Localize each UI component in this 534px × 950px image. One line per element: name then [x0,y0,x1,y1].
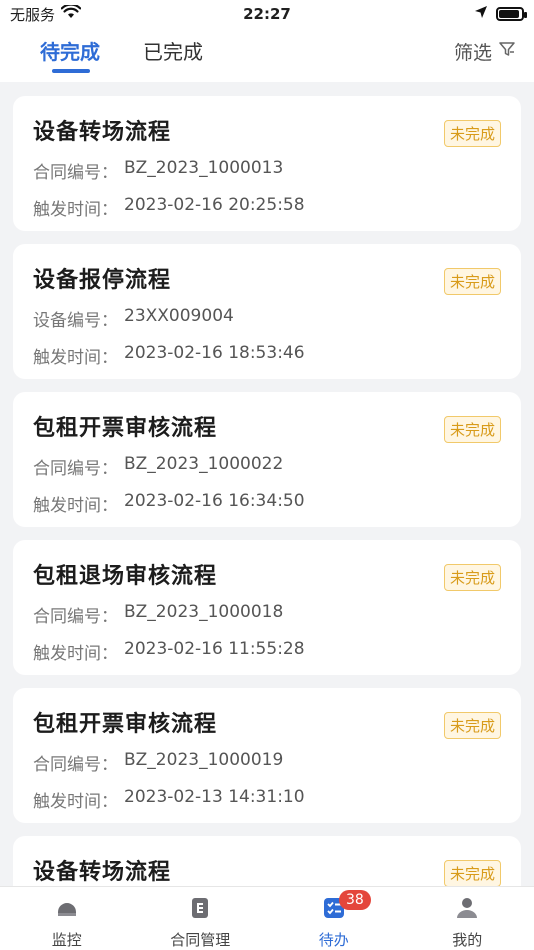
row-value: 2023-02-16 16:34:50 [124,491,305,511]
card-title: 包租开票审核流程 [33,712,218,737]
row-label: 合同编号： [33,459,118,479]
card-row-time: 触发时间： 2023-02-16 11:55:28 [33,639,501,664]
card-row-id: 合同编号： BZ_2023_1000018 [33,602,501,627]
task-card[interactable]: 设备报停流程 未完成 设备编号： 23XX009004 触发时间： 2023-02-… [13,244,521,379]
card-row-time: 触发时间： 2023-02-16 20:25:58 [33,195,501,220]
carrier-text: 无服务 [10,5,56,24]
row-label: 触发时间： [33,496,118,516]
document-icon [187,895,213,921]
status-bar: 无服务 22:27 [0,0,534,28]
nav-item-profile[interactable]: 我的 [401,887,534,950]
nav-label: 我的 [452,931,483,949]
nav-item-contracts[interactable]: 合同管理 [134,887,268,950]
battery-level [499,10,519,18]
status-badge: 未完成 [443,860,501,886]
task-card[interactable]: 包租开票审核流程 未完成 合同编号： BZ_2023_1000022 触发时间： 2… [13,392,521,527]
nav-label: 合同管理 [170,931,231,949]
card-row-time: 触发时间： 2023-02-13 14:31:10 [33,787,501,812]
filter-button[interactable]: 筛选 [454,38,516,65]
nav-label: 监控 [51,931,82,949]
tab-pending[interactable]: 待完成 [40,36,100,65]
card-title: 设备转场流程 [33,120,172,145]
battery-icon [496,7,527,21]
user-icon [454,895,480,921]
row-label: 触发时间： [33,644,118,664]
status-badge: 未完成 [443,120,501,147]
filter-label: 筛选 [453,42,492,64]
row-label: 合同编号： [33,755,118,775]
task-card[interactable]: 包租开票审核流程 未完成 合同编号： BZ_2023_1000019 触发时间： 2… [13,688,521,823]
status-badge: 未完成 [443,416,501,443]
card-row-time: 触发时间： 2023-02-16 16:34:50 [33,491,501,516]
row-label: 合同编号： [33,163,118,183]
nav-item-todo[interactable]: 38 待办 [267,887,401,950]
tabs-header: 待完成 已完成 筛选 [0,28,534,82]
card-row-id: 设备编号： 23XX009004 [33,306,501,331]
location-arrow-icon [474,5,488,23]
row-value: BZ_2023_1000018 [124,602,284,622]
row-label: 触发时间： [33,348,118,368]
status-badge: 未完成 [443,268,501,295]
tab-active-indicator [52,69,90,73]
bottom-nav: 监控 合同管理 38 待办 我的 [0,886,534,950]
monitor-icon [54,895,80,921]
card-title: 包租开票审核流程 [33,416,218,441]
status-right [474,5,527,23]
task-card[interactable]: 设备转场流程 未完成 [13,836,521,886]
task-card[interactable]: 设备转场流程 未完成 合同编号： BZ_2023_1000013 触发时间： 202… [13,96,521,231]
row-value: 2023-02-16 18:53:46 [124,343,305,363]
row-label: 触发时间： [33,200,118,220]
card-row-id: 合同编号： BZ_2023_1000022 [33,454,501,479]
row-value: BZ_2023_1000019 [124,750,284,770]
filter-icon [498,40,516,63]
task-list: 设备转场流程 未完成 合同编号： BZ_2023_1000013 触发时间： 202… [0,82,534,886]
row-value: BZ_2023_1000013 [124,158,284,178]
nav-item-monitor[interactable]: 监控 [0,887,134,950]
task-card[interactable]: 包租退场审核流程 未完成 合同编号： BZ_2023_1000018 触发时间： 2… [13,540,521,675]
row-value: 2023-02-16 20:25:58 [124,195,305,215]
row-value: 2023-02-16 11:55:28 [124,639,305,659]
row-value: 2023-02-13 14:31:10 [124,787,305,807]
tab-completed[interactable]: 已完成 [143,36,203,65]
card-title: 设备报停流程 [33,268,172,293]
row-label: 合同编号： [33,607,118,627]
status-badge: 未完成 [443,712,501,739]
status-badge: 未完成 [443,564,501,591]
card-row-id: 合同编号： BZ_2023_1000019 [33,750,501,775]
status-left: 无服务 [10,3,82,25]
card-row-id: 合同编号： BZ_2023_1000013 [33,158,501,183]
card-row-time: 触发时间： 2023-02-16 18:53:46 [33,343,501,368]
row-label: 触发时间： [33,792,118,812]
row-label: 设备编号： [33,311,118,331]
card-title: 包租退场审核流程 [33,564,218,589]
nav-label: 待办 [318,931,349,949]
row-value: BZ_2023_1000022 [124,454,284,474]
wifi-icon [60,3,82,23]
row-value: 23XX009004 [124,306,234,326]
card-title: 设备转场流程 [33,860,172,885]
todo-count-badge: 38 [339,890,371,910]
